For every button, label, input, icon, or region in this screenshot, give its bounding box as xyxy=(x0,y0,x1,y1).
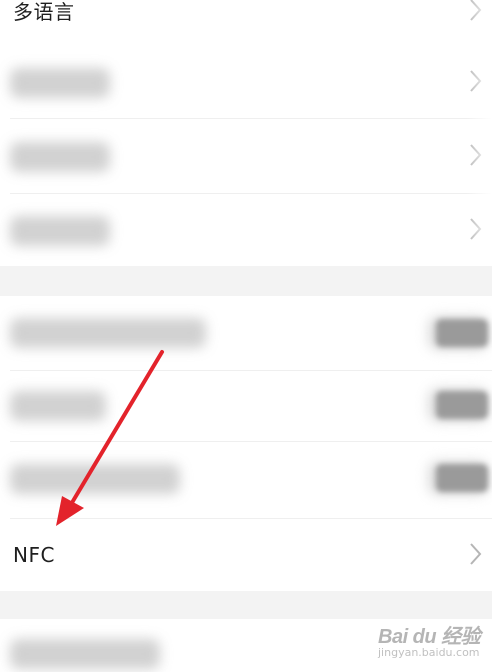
nfc-label: NFC xyxy=(13,543,55,567)
settings-item-blurred-1[interactable] xyxy=(0,44,492,118)
watermark-brand: Bai du 经验 xyxy=(378,626,481,648)
blurred-text xyxy=(10,391,106,421)
toggle-switch[interactable] xyxy=(436,319,488,347)
blurred-text xyxy=(10,142,110,172)
blurred-text xyxy=(10,216,110,246)
settings-item-blurred-2[interactable] xyxy=(0,119,492,193)
toggle-switch[interactable] xyxy=(436,391,488,419)
settings-item-label: 多语言 xyxy=(13,0,75,24)
blurred-text xyxy=(10,639,160,669)
watermark-sub: jingyan.baidu.com xyxy=(378,646,480,659)
toggle-switch[interactable] xyxy=(436,464,488,492)
blurred-text xyxy=(10,68,110,98)
settings-item-nfc[interactable]: NFC xyxy=(0,519,492,591)
settings-screen: 多语言 NFC Bai du 经验 jingyan.baidu.com xyxy=(0,0,492,672)
settings-toggle-blurred-3[interactable] xyxy=(0,442,492,518)
baidu-watermark: Bai du 经验 jingyan.baidu.com xyxy=(372,616,492,672)
section-gap xyxy=(0,591,492,619)
settings-item-blurred-3[interactable] xyxy=(0,194,492,266)
edge-fade xyxy=(466,0,492,266)
chevron-right-icon xyxy=(468,542,482,566)
settings-toggle-blurred-2[interactable] xyxy=(0,371,492,441)
blurred-text xyxy=(10,464,180,494)
settings-toggle-blurred-1[interactable] xyxy=(0,296,492,370)
settings-item-multilanguage[interactable]: 多语言 xyxy=(0,0,492,30)
section-gap xyxy=(0,266,492,296)
blurred-text xyxy=(10,318,206,348)
